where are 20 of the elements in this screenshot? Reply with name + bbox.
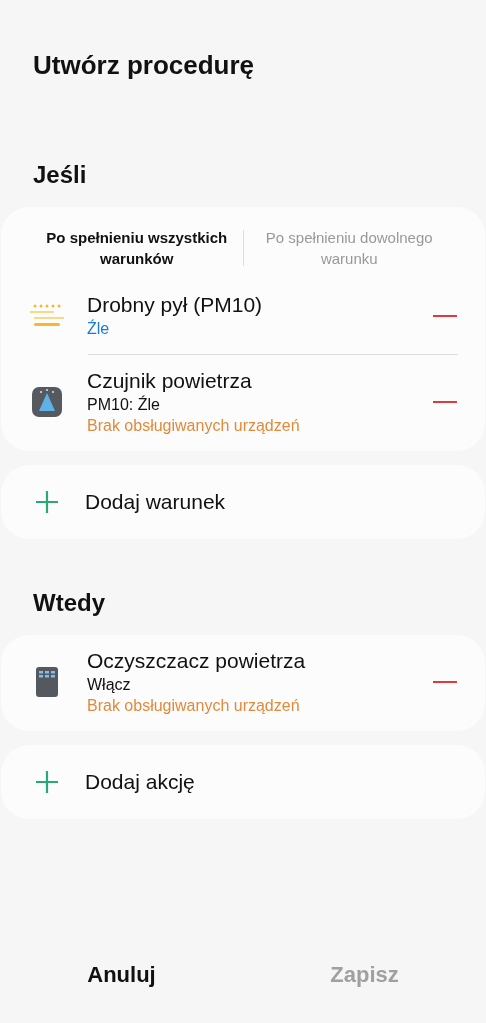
item-name: Drobny pył (PM10) <box>87 293 264 317</box>
add-label: Dodaj warunek <box>85 490 226 514</box>
warning-text: Brak obsługiwanych urządzeń <box>87 417 301 435</box>
section-heading: Jeśli <box>33 161 88 189</box>
warning-text: Brak obsługiwanych urządzeń <box>87 697 301 715</box>
item-name: Oczyszczacz powietrza <box>87 649 307 673</box>
sensor-icon <box>29 384 65 420</box>
item-detail: PM10: Źle <box>87 396 161 414</box>
add-button[interactable]: Dodaj akcję <box>1 745 485 819</box>
add-label: Dodaj akcję <box>85 770 195 794</box>
item-status: Źle <box>87 320 111 338</box>
plus-icon <box>35 770 59 794</box>
tab[interactable]: Po spełnieniu wszystkich warunków <box>31 227 243 269</box>
item-name: Czujnik powietrza <box>87 369 253 393</box>
item-detail: Włącz <box>87 676 132 694</box>
section-heading: Wtedy <box>33 589 106 617</box>
plus-icon <box>35 490 59 514</box>
footer-button[interactable]: Anuluj <box>0 961 243 989</box>
add-button[interactable]: Dodaj warunek <box>1 465 485 539</box>
page-title: Utwórz procedurę <box>33 50 256 81</box>
